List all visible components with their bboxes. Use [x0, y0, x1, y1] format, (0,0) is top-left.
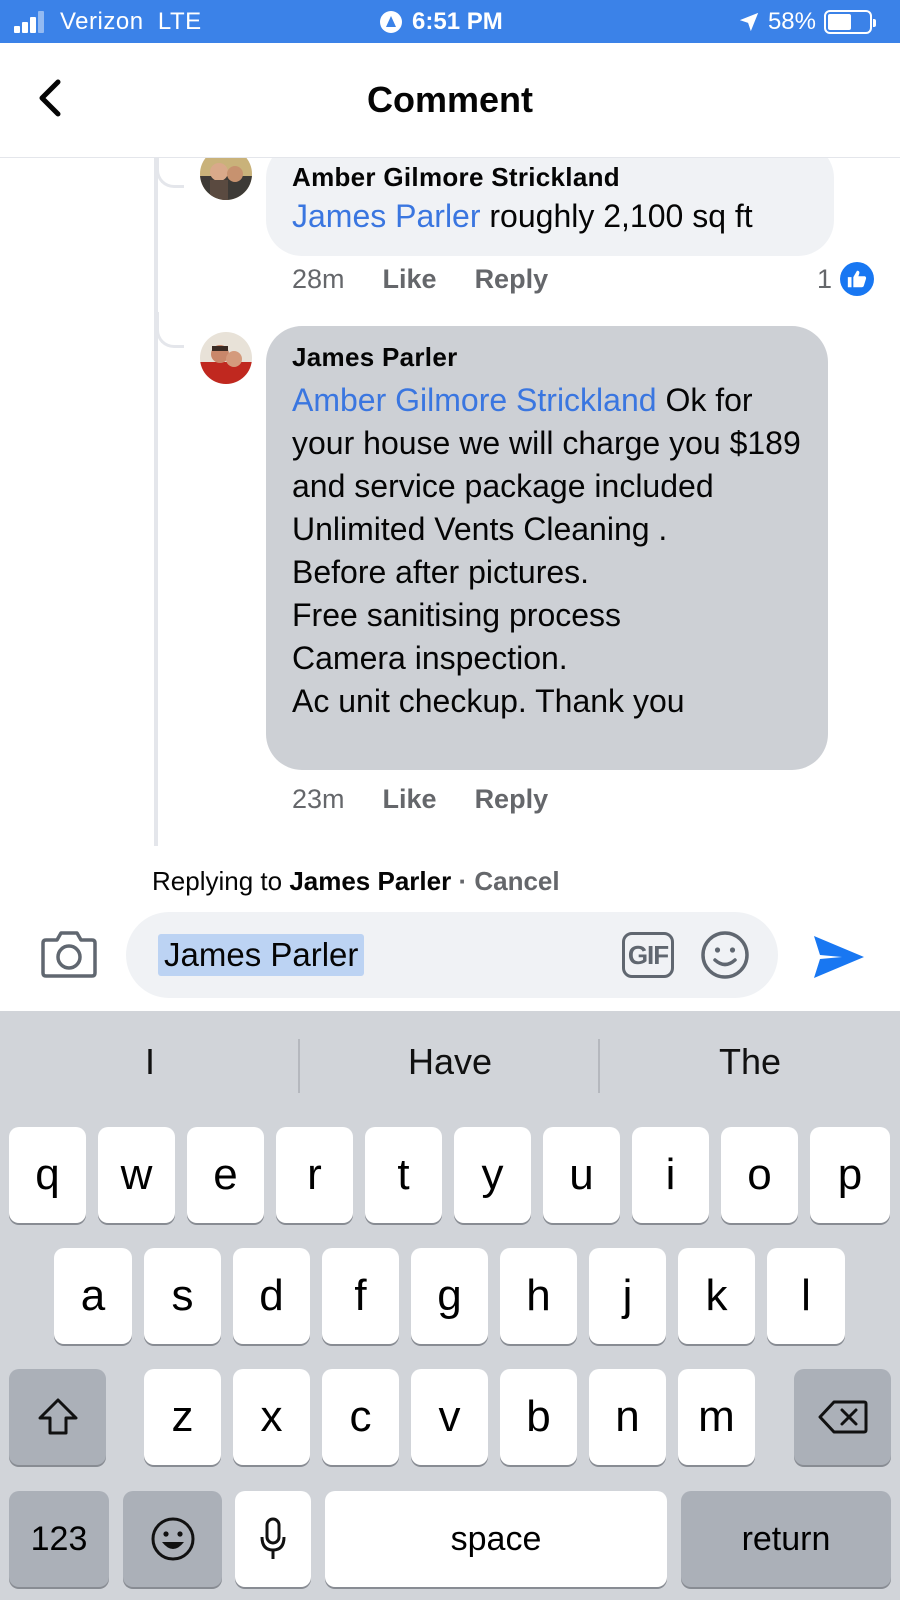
comment-body-line: Ac unit checkup. Thank you [292, 683, 685, 719]
key[interactable]: z [144, 1369, 221, 1465]
avatar[interactable] [200, 332, 252, 384]
predictive-bar: I Have The [0, 1011, 900, 1121]
keyboard: I Have The q w e r t y u i o p a s d f g… [0, 1011, 900, 1600]
comment-author[interactable]: Amber Gilmore Strickland [292, 162, 808, 193]
key[interactable]: i [632, 1127, 709, 1223]
mention-link[interactable]: James Parler [292, 198, 481, 234]
header: Comment [0, 43, 900, 158]
key[interactable]: b [500, 1369, 577, 1465]
key[interactable]: j [589, 1248, 666, 1344]
comment-input[interactable]: James Parler GIF [126, 912, 778, 998]
emoji-keyboard-icon [151, 1517, 194, 1561]
comment-body-line: Camera inspection. [292, 640, 568, 676]
key[interactable]: a [54, 1248, 132, 1344]
comment-body-line: Before after pictures. [292, 554, 590, 590]
comment-body-line: Free sanitising process [292, 597, 622, 633]
comment-timestamp: 28m [292, 264, 345, 294]
time-label: 6:51 PM [412, 8, 503, 35]
key[interactable]: q [9, 1127, 86, 1223]
carrier-label: Verizon LTE [60, 8, 202, 35]
cancel-reply-button[interactable]: Cancel [474, 866, 559, 896]
separator-dot: · [451, 866, 475, 896]
comment-bubble[interactable]: James Parler Amber Gilmore Strickland Ok… [266, 326, 828, 770]
space-key[interactable]: space [325, 1491, 667, 1587]
comment-bubble[interactable]: Amber Gilmore Strickland James Parler ro… [266, 158, 834, 256]
prediction-1[interactable]: I [0, 1041, 300, 1083]
key[interactable]: p [810, 1127, 890, 1223]
backspace-icon [818, 1400, 867, 1434]
prediction-3[interactable]: The [600, 1041, 900, 1083]
camera-icon[interactable] [40, 928, 98, 980]
key[interactable]: h [500, 1248, 577, 1344]
comment-timestamp: 23m [292, 784, 345, 814]
emoji-key[interactable] [123, 1491, 222, 1587]
comment-meta: 28m Like Reply [292, 264, 548, 295]
clock: 6:51 PM [380, 8, 503, 36]
key[interactable]: l [767, 1248, 845, 1344]
key[interactable]: d [233, 1248, 310, 1344]
key[interactable]: x [233, 1369, 310, 1465]
key[interactable]: s [144, 1248, 221, 1344]
backspace-key[interactable] [794, 1369, 891, 1465]
key[interactable]: c [322, 1369, 399, 1465]
battery-fill [828, 14, 851, 30]
dictation-key[interactable] [235, 1491, 311, 1587]
comment-meta: 23m Like Reply [292, 784, 548, 815]
like-button[interactable]: Like [383, 264, 437, 295]
key[interactable]: v [411, 1369, 488, 1465]
replying-target: James Parler [289, 866, 452, 896]
location-arrow-icon [739, 12, 759, 32]
key[interactable]: e [187, 1127, 264, 1223]
comment-text: James Parler roughly 2,100 sq ft [292, 195, 808, 238]
key[interactable]: r [276, 1127, 353, 1223]
comment-thread[interactable]: Amber Gilmore Strickland James Parler ro… [0, 158, 900, 846]
microphone-icon [260, 1517, 286, 1559]
gif-button[interactable]: GIF [622, 932, 674, 978]
key[interactable]: g [411, 1248, 488, 1344]
key[interactable]: w [98, 1127, 175, 1223]
battery-percent: 58% [767, 8, 816, 35]
key[interactable]: f [322, 1248, 399, 1344]
prediction-2[interactable]: Have [300, 1041, 600, 1083]
status-right: 58% [738, 8, 876, 36]
shift-key[interactable] [9, 1369, 106, 1465]
key[interactable]: y [454, 1127, 531, 1223]
emoji-icon[interactable] [700, 930, 750, 980]
signal-icon [14, 11, 48, 33]
thread-connector [156, 312, 184, 348]
replying-prefix: Replying to [152, 866, 290, 896]
like-button[interactable]: Like [383, 784, 437, 815]
comment-body: roughly 2,100 sq ft [480, 198, 753, 234]
key[interactable]: o [721, 1127, 798, 1223]
status-bar: Verizon LTE 6:51 PM 58% [0, 0, 900, 43]
replying-to-banner: Replying to James Parler · Cancel [152, 866, 560, 897]
comment-author[interactable]: James Parler [292, 342, 802, 373]
comment-body-line: Unlimited Vents Cleaning . [292, 511, 668, 547]
avatar[interactable] [200, 158, 252, 200]
reaction-summary[interactable]: 1 [817, 262, 874, 296]
reply-button[interactable]: Reply [475, 264, 549, 295]
key[interactable]: m [678, 1369, 755, 1465]
like-reaction-icon [840, 262, 874, 296]
orientation-lock-icon [380, 11, 402, 33]
comment-input-value[interactable]: James Parler [158, 934, 365, 976]
return-key[interactable]: return [681, 1491, 891, 1587]
numbers-key[interactable]: 123 [9, 1491, 109, 1587]
send-icon[interactable] [812, 932, 866, 982]
thread-line [154, 158, 158, 846]
shift-icon [38, 1398, 77, 1435]
page-title: Comment [366, 79, 533, 120]
comment-text: Amber Gilmore Strickland Ok for your hou… [292, 379, 802, 723]
reply-composer: Replying to James Parler · Cancel James … [0, 846, 900, 1011]
key[interactable]: k [678, 1248, 755, 1344]
thread-connector [156, 158, 184, 188]
reply-button[interactable]: Reply [475, 784, 549, 815]
mention-link[interactable]: Amber Gilmore Strickland [292, 382, 657, 418]
battery-icon [824, 10, 876, 34]
key[interactable]: n [589, 1369, 666, 1465]
key[interactable]: u [543, 1127, 620, 1223]
key[interactable]: t [365, 1127, 442, 1223]
reaction-count: 1 [816, 263, 832, 294]
